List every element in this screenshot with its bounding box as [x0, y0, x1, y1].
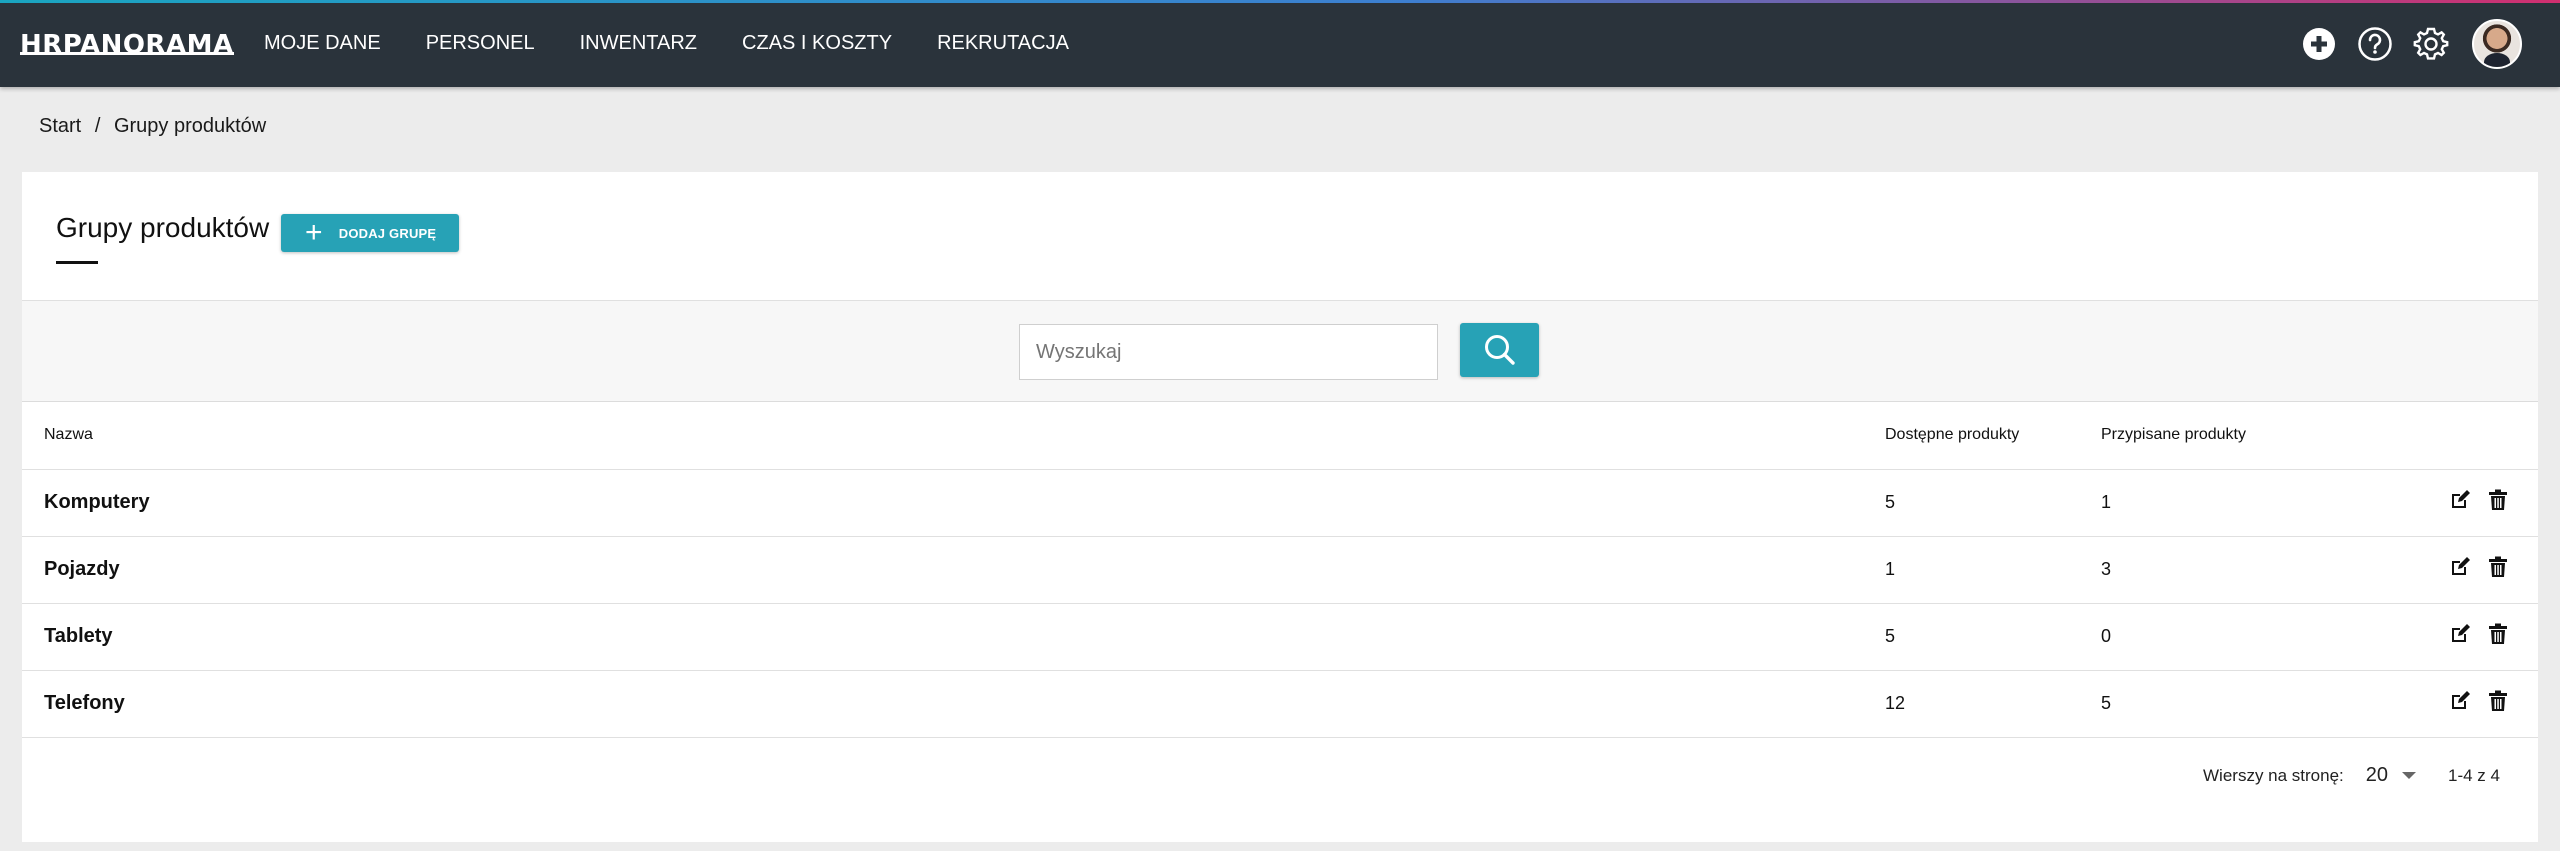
settings-gear-icon[interactable] — [2412, 25, 2450, 63]
cell-assigned: 1 — [2101, 469, 2401, 537]
cell-name: Komputery — [22, 469, 1885, 537]
topbar-actions — [2282, 0, 2522, 87]
breadcrumb-current: Grupy produktów — [113, 115, 267, 137]
cell-assigned: 0 — [2101, 603, 2401, 671]
search-input[interactable] — [1019, 324, 1438, 380]
help-icon[interactable] — [2356, 25, 2394, 63]
cell-name: Telefony — [22, 670, 1885, 738]
rows-per-page-select[interactable]: 20 — [2366, 764, 2388, 787]
breadcrumb-home-link[interactable]: Start — [39, 115, 81, 137]
table-row[interactable]: Komputery 5 1 — [22, 469, 2538, 537]
nav-personel[interactable]: PERSONEL — [426, 32, 535, 55]
row-actions — [2401, 469, 2538, 537]
delete-trash-icon[interactable] — [2488, 489, 2508, 516]
pagination: Wierszy na stronę: 20 1-4 z 4 — [2203, 764, 2500, 787]
search-button[interactable] — [1460, 323, 1539, 377]
card-header: Grupy produktów + DODAJ GRUPĘ — [22, 172, 2538, 301]
cell-available: 5 — [1885, 469, 2101, 537]
product-groups-table: Nazwa Dostępne produkty Przypisane produ… — [22, 402, 2538, 738]
edit-icon[interactable] — [2449, 556, 2471, 583]
page-title: Grupy produktów — [56, 212, 270, 243]
nav-rekrutacja[interactable]: REKRUTACJA — [937, 32, 1069, 55]
edit-icon[interactable] — [2449, 623, 2471, 650]
search-bar — [22, 301, 2538, 402]
cell-name: Tablety — [22, 603, 1885, 671]
row-actions — [2401, 603, 2538, 671]
user-avatar[interactable] — [2472, 18, 2522, 69]
pagination-range: 1-4 z 4 — [2448, 765, 2500, 785]
cell-available: 1 — [1885, 536, 2101, 604]
nav-moje-dane[interactable]: MOJE DANE — [264, 32, 381, 55]
column-header-available[interactable]: Dostępne produkty — [1885, 402, 2101, 470]
table-row[interactable]: Telefony 12 5 — [22, 670, 2538, 738]
cell-name: Pojazdy — [22, 536, 1885, 604]
add-group-label: DODAJ GRUPĘ — [338, 225, 437, 241]
cell-available: 12 — [1885, 670, 2101, 738]
add-circle-icon[interactable] — [2300, 25, 2338, 63]
add-group-button[interactable]: + DODAJ GRUPĘ — [281, 214, 459, 252]
delete-trash-icon[interactable] — [2488, 556, 2508, 583]
plus-icon: + — [305, 216, 323, 249]
column-header-actions — [2401, 402, 2538, 470]
table-row[interactable]: Pojazdy 1 3 — [22, 536, 2538, 604]
table-header-row: Nazwa Dostępne produkty Przypisane produ… — [22, 402, 2538, 470]
cell-assigned: 5 — [2101, 670, 2401, 738]
nav-inwentarz[interactable]: INWENTARZ — [580, 32, 697, 55]
cell-available: 5 — [1885, 603, 2101, 671]
app-logo[interactable]: HRPANORAMA — [20, 30, 234, 60]
product-groups-card: Grupy produktów + DODAJ GRUPĘ Nazwa Dost… — [22, 172, 2538, 842]
chevron-down-icon[interactable] — [2402, 772, 2417, 779]
cell-assigned: 3 — [2101, 536, 2401, 604]
breadcrumb: Start / Grupy produktów — [39, 115, 274, 138]
table-row[interactable]: Tablety 5 0 — [22, 603, 2538, 671]
main-nav: MOJE DANE PERSONEL INWENTARZ CZAS I KOSZ… — [264, 0, 1114, 87]
edit-icon[interactable] — [2449, 690, 2471, 717]
breadcrumb-separator: / — [94, 115, 101, 137]
rows-per-page-label: Wierszy na stronę: — [2203, 765, 2344, 785]
nav-czas-i-koszty[interactable]: CZAS I KOSZTY — [742, 32, 892, 55]
row-actions — [2401, 536, 2538, 604]
search-icon — [1484, 335, 1515, 365]
delete-trash-icon[interactable] — [2488, 623, 2508, 650]
top-navbar: HRPANORAMA MOJE DANE PERSONEL INWENTARZ … — [0, 0, 2560, 87]
column-header-assigned[interactable]: Przypisane produkty — [2101, 402, 2401, 470]
column-header-name[interactable]: Nazwa — [22, 402, 1885, 470]
title-underline — [56, 261, 98, 264]
edit-icon[interactable] — [2449, 489, 2471, 516]
row-actions — [2401, 670, 2538, 738]
delete-trash-icon[interactable] — [2488, 690, 2508, 717]
